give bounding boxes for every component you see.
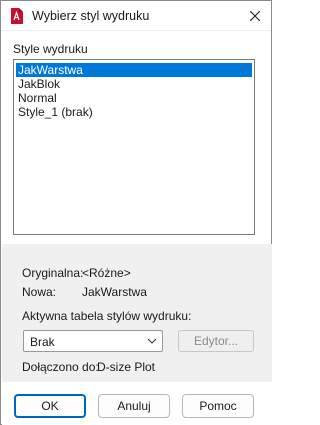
close-button[interactable] [241,3,269,29]
window-title: Wybierz styl wydruku [32,9,150,23]
ok-button-label: OK [41,399,59,413]
help-button[interactable]: Pomoc [182,394,254,418]
list-item-normal[interactable]: Normal [16,91,252,105]
edit-button-label: Edytor... [193,334,239,348]
dialog-window: Wybierz styl wydruku Style wydruku JakWa… [0,0,272,425]
close-icon [250,11,260,21]
ok-button[interactable]: OK [14,394,86,418]
cancel-button[interactable]: Anuluj [98,394,170,418]
attached-label: Dołączono do: [22,360,99,374]
original-label: Oryginalna: [22,266,84,280]
attached-value: D-size Plot [97,360,156,374]
active-table-dropdown[interactable]: Brak [23,330,163,352]
help-button-label: Pomoc [199,399,237,413]
active-table-label: Aktywna tabela stylów wydruku: [22,309,192,323]
edit-button[interactable]: Edytor... [178,330,254,352]
active-table-value: Brak [30,335,55,349]
autocad-app-icon [11,8,23,24]
plot-style-listbox[interactable]: JakWarstwa JakBlok Normal Style_1 (brak) [13,59,255,235]
new-value: JakWarstwa [82,285,147,299]
chevron-down-icon [147,338,157,344]
title-bar: Wybierz styl wydruku [1,1,271,31]
new-label: Nowa: [22,285,57,299]
cancel-button-label: Anuluj [117,399,151,413]
list-item-jakwarstwa[interactable]: JakWarstwa [16,63,252,77]
original-value: <Różne> [82,266,131,280]
list-item-style-1[interactable]: Style_1 (brak) [16,105,252,119]
plot-style-list-label: Style wydruku [13,42,88,56]
list-item-jakblok[interactable]: JakBlok [16,77,252,91]
